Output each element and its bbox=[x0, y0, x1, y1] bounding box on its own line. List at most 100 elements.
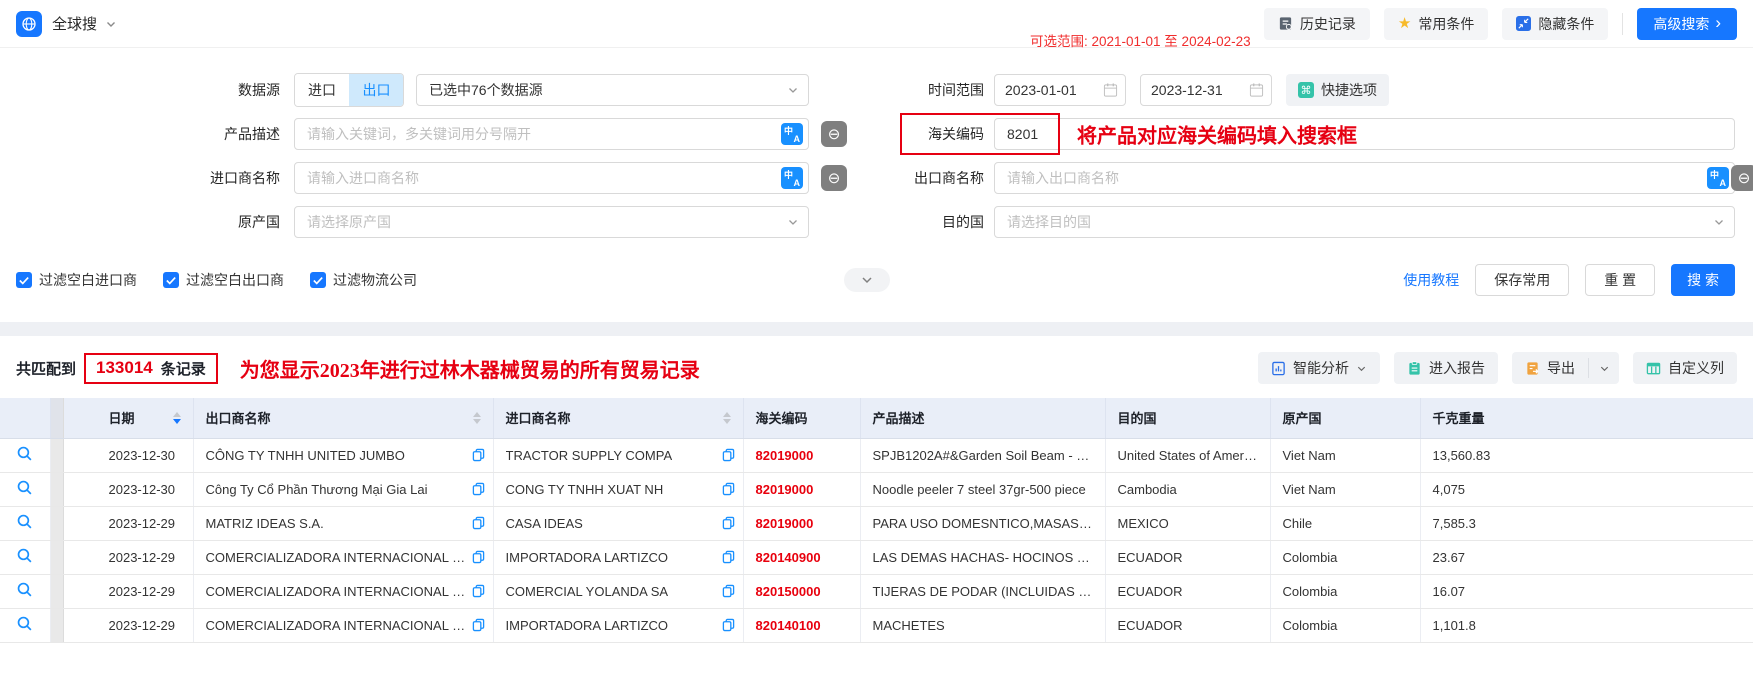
calendar-icon[interactable] bbox=[1103, 83, 1118, 98]
cell-destination: ECUADOR bbox=[1105, 608, 1270, 642]
table-body: 2023-12-30 CÔNG TY TNHH UNITED JUMBO TRA… bbox=[0, 438, 1753, 642]
copy-icon[interactable] bbox=[722, 618, 735, 632]
global-search-page: 全球搜 历史记录 ★ 常用条件 隐藏条件 高级搜 bbox=[0, 0, 1753, 690]
header-importer[interactable]: 进口商名称 bbox=[493, 398, 743, 438]
copy-icon[interactable] bbox=[472, 618, 485, 632]
match-count-prefix: 共匹配到 bbox=[16, 358, 76, 379]
export-button-group: 导出 bbox=[1512, 352, 1619, 384]
title-chevron-down-icon[interactable] bbox=[105, 18, 117, 30]
cell-weight: 4,075 bbox=[1420, 472, 1753, 506]
translate-icon[interactable]: 中A bbox=[781, 167, 803, 189]
table-row: 2023-12-29 COMERCIALIZADORA INTERNACIONA… bbox=[0, 574, 1753, 608]
data-source-toggle: 进口 出口 bbox=[294, 73, 404, 107]
row-detail-cell bbox=[0, 608, 50, 642]
cell-importer: COMERCIAL YOLANDA SA bbox=[493, 574, 743, 608]
search-icon[interactable] bbox=[16, 581, 33, 598]
section-divider bbox=[0, 322, 1753, 336]
copy-icon[interactable] bbox=[472, 482, 485, 496]
exporter-name-input[interactable] bbox=[994, 162, 1735, 194]
star-icon: ★ bbox=[1398, 16, 1411, 31]
tutorial-link[interactable]: 使用教程 bbox=[1403, 270, 1459, 290]
search-icon[interactable] bbox=[16, 615, 33, 632]
fuzzy-match-icon[interactable]: ⊖ bbox=[821, 165, 847, 191]
results-table: 日期 出口商名称 进口商名称 海关编码 产品描述 目的国 原产 bbox=[0, 398, 1753, 643]
collapse-form-button[interactable] bbox=[844, 268, 890, 292]
custom-columns-button[interactable]: 自定义列 bbox=[1633, 352, 1737, 384]
cell-weight: 23.67 bbox=[1420, 540, 1753, 574]
row-detail-cell bbox=[0, 472, 50, 506]
search-button[interactable]: 搜 索 bbox=[1671, 264, 1735, 296]
copy-icon[interactable] bbox=[472, 516, 485, 530]
cell-weight: 1,101.8 bbox=[1420, 608, 1753, 642]
cell-date: 2023-12-29 bbox=[63, 540, 193, 574]
copy-icon[interactable] bbox=[722, 550, 735, 564]
copy-icon[interactable] bbox=[722, 584, 735, 598]
topbar: 全球搜 历史记录 ★ 常用条件 隐藏条件 高级搜 bbox=[0, 0, 1753, 48]
dest-country-select[interactable]: 请选择目的国 bbox=[994, 206, 1735, 238]
copy-icon[interactable] bbox=[472, 448, 485, 462]
importer-name-input[interactable] bbox=[294, 162, 809, 194]
cell-importer: TRACTOR SUPPLY COMPA bbox=[493, 438, 743, 472]
checkbox-checked-icon bbox=[310, 272, 326, 288]
header-exporter[interactable]: 出口商名称 bbox=[193, 398, 493, 438]
page-title[interactable]: 全球搜 bbox=[52, 13, 97, 34]
dest-country-label: 目的国 bbox=[872, 212, 994, 232]
sort-carets-icon[interactable] bbox=[723, 408, 731, 428]
filter-blank-importer-checkbox[interactable]: 过滤空白进口商 bbox=[16, 270, 137, 290]
cell-date: 2023-12-30 bbox=[63, 438, 193, 472]
export-chevron-down-icon[interactable] bbox=[1589, 352, 1619, 384]
copy-icon[interactable] bbox=[722, 448, 735, 462]
cell-product: MACHETES bbox=[860, 608, 1105, 642]
quick-options-button[interactable]: ⌘ 快捷选项 bbox=[1286, 74, 1389, 106]
export-tab[interactable]: 出口 bbox=[349, 74, 403, 106]
fuzzy-match-icon[interactable]: ⊖ bbox=[821, 121, 847, 147]
search-icon[interactable] bbox=[16, 479, 33, 496]
smart-analysis-button[interactable]: 智能分析 bbox=[1258, 352, 1380, 384]
search-icon[interactable] bbox=[16, 547, 33, 564]
data-source-select[interactable]: 已选中76个数据源 bbox=[416, 74, 809, 106]
search-icon[interactable] bbox=[16, 445, 33, 462]
table-row: 2023-12-30 Công Ty Cổ Phần Thương Mại Gi… bbox=[0, 472, 1753, 506]
sort-carets-icon[interactable] bbox=[473, 408, 481, 428]
search-icon[interactable] bbox=[16, 513, 33, 530]
filter-logistics-checkbox[interactable]: 过滤物流公司 bbox=[310, 270, 417, 290]
favorite-conditions-button[interactable]: ★ 常用条件 bbox=[1384, 8, 1488, 40]
cell-exporter: MATRIZ IDEAS S.A. bbox=[193, 506, 493, 540]
cell-weight: 16.07 bbox=[1420, 574, 1753, 608]
copy-icon[interactable] bbox=[722, 482, 735, 496]
cell-origin: Viet Nam bbox=[1270, 438, 1420, 472]
advanced-search-button[interactable]: 高级搜索 › bbox=[1637, 8, 1737, 40]
cell-weight: 13,560.83 bbox=[1420, 438, 1753, 472]
export-button[interactable]: 导出 bbox=[1512, 352, 1588, 384]
save-conditions-button[interactable]: 保存常用 bbox=[1475, 264, 1569, 296]
product-desc-label: 产品描述 bbox=[0, 124, 294, 144]
cell-importer: CASA IDEAS bbox=[493, 506, 743, 540]
cell-destination: MEXICO bbox=[1105, 506, 1270, 540]
header-date[interactable]: 日期 bbox=[63, 398, 193, 438]
cell-hs-code: 82019000 bbox=[743, 438, 860, 472]
divider bbox=[1622, 13, 1623, 35]
product-desc-input[interactable] bbox=[294, 118, 809, 150]
quick-options-icon: ⌘ bbox=[1298, 82, 1314, 98]
fuzzy-match-icon[interactable]: ⊖ bbox=[1731, 165, 1753, 191]
copy-icon[interactable] bbox=[472, 550, 485, 564]
cell-hs-code: 820150000 bbox=[743, 574, 860, 608]
history-button[interactable]: 历史记录 bbox=[1264, 8, 1370, 40]
reset-button[interactable]: 重 置 bbox=[1585, 264, 1655, 296]
sort-carets-icon[interactable] bbox=[173, 408, 181, 428]
calendar-icon[interactable] bbox=[1249, 83, 1264, 98]
header-product: 产品描述 bbox=[860, 398, 1105, 438]
enter-report-button[interactable]: 进入报告 bbox=[1394, 352, 1498, 384]
filter-blank-exporter-checkbox[interactable]: 过滤空白出口商 bbox=[163, 270, 284, 290]
import-tab[interactable]: 进口 bbox=[295, 74, 349, 106]
translate-icon[interactable]: 中A bbox=[1707, 167, 1729, 189]
hide-conditions-button[interactable]: 隐藏条件 bbox=[1502, 8, 1608, 40]
origin-country-select[interactable]: 请选择原产国 bbox=[294, 206, 809, 238]
cell-product: Noodle peeler 7 steel 37gr-500 piece bbox=[860, 472, 1105, 506]
cell-date: 2023-12-29 bbox=[63, 574, 193, 608]
copy-icon[interactable] bbox=[472, 584, 485, 598]
match-count-red-box: 133014 条记录 bbox=[84, 353, 218, 384]
globe-icon bbox=[16, 11, 42, 37]
translate-icon[interactable]: 中A bbox=[781, 123, 803, 145]
copy-icon[interactable] bbox=[722, 516, 735, 530]
